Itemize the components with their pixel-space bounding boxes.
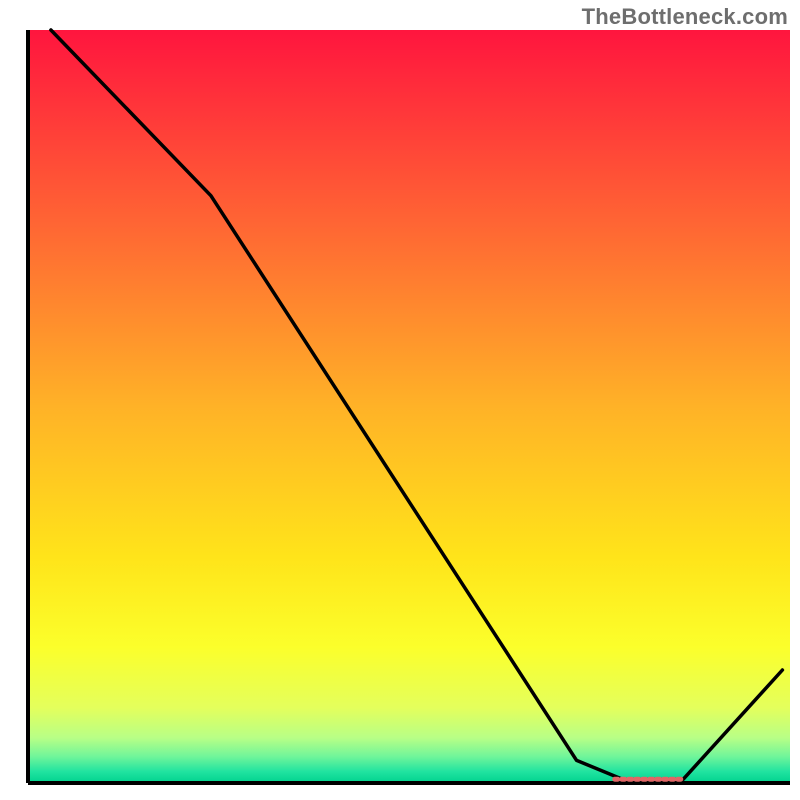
chart-container: TheBottleneck.com [0,0,800,800]
plot-background [28,30,790,783]
bottleneck-chart [0,0,800,800]
watermark-text: TheBottleneck.com [582,4,788,30]
